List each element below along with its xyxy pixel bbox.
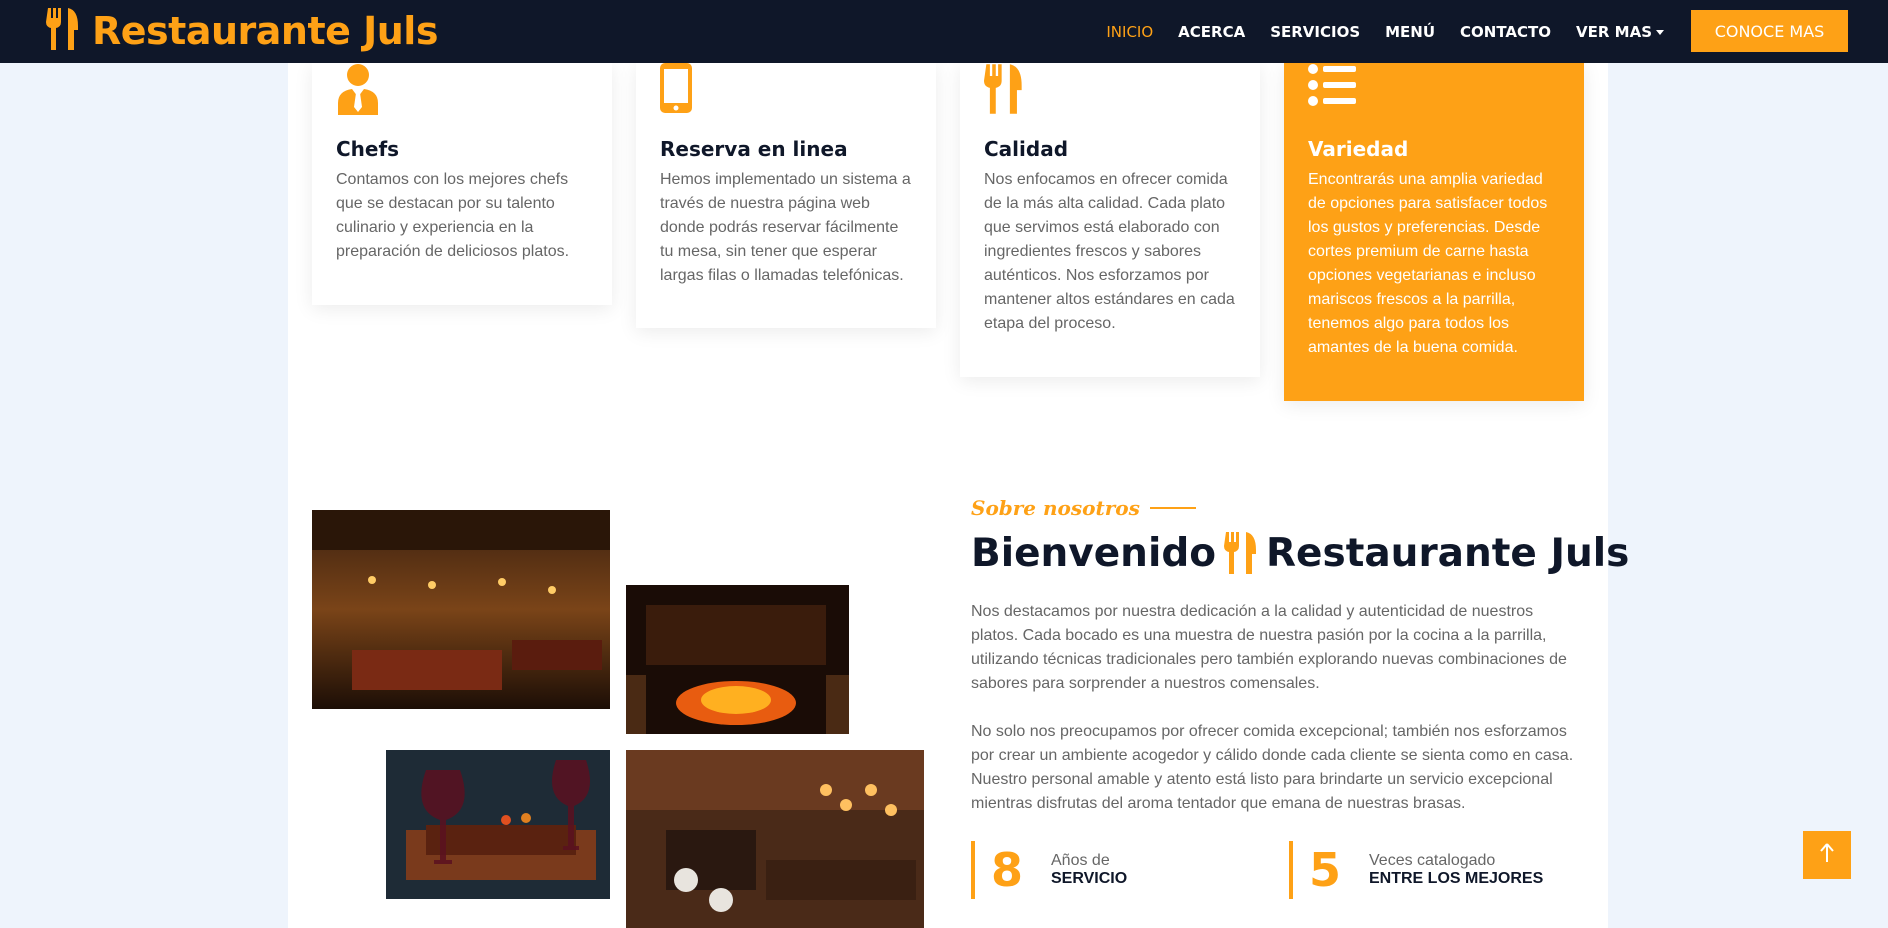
- utensils-icon: [984, 63, 1024, 120]
- service-text: Encontrarás una amplia variedad de opcio…: [1308, 171, 1548, 356]
- service-text: Nos enfocamos en ofrecer comida de la má…: [984, 171, 1235, 332]
- service-card-chefs: Chefs Contamos con los mejores chefs que…: [312, 63, 612, 305]
- service-text: Contamos con los mejores chefs que se de…: [336, 171, 570, 260]
- about-eyebrow: Sobre nosotros: [971, 496, 1196, 520]
- nav-item-contacto[interactable]: CONTACTO: [1460, 23, 1551, 41]
- service-title: Chefs: [336, 137, 400, 161]
- nav-item-ver-mas-dropdown[interactable]: VER MAS: [1576, 23, 1664, 41]
- chef-icon: [336, 63, 380, 120]
- arrow-up-icon: [1819, 842, 1835, 868]
- stat-anos-servicio: 8 Años de SERVICIO: [971, 841, 1127, 899]
- stat-label: Veces catalogado: [1369, 852, 1496, 869]
- restaurant-dining-room-photo: [312, 510, 610, 709]
- nav-item-ver-mas-label: VER MAS: [1576, 22, 1652, 41]
- service-card-variedad: Variedad Encontrarás una amplia variedad…: [1284, 63, 1584, 401]
- about-paragraph-2: No solo nos preocupamos por ofrecer comi…: [971, 723, 1574, 812]
- stat-number: 8: [991, 843, 1024, 897]
- back-to-top-button[interactable]: [1803, 831, 1851, 879]
- stat-label: Años de: [1051, 852, 1110, 869]
- service-card-reserva: Reserva en linea Hemos implementado un s…: [636, 63, 936, 328]
- service-card-calidad: Calidad Nos enfocamos en ofrecer comida …: [960, 63, 1260, 377]
- about-paragraph-1: Nos destacamos por nuestra dedicación a …: [971, 603, 1567, 692]
- caret-down-icon: [1656, 29, 1664, 35]
- wine-and-steak-photo: [386, 750, 610, 899]
- navbar: Restaurante Juls INICIO ACERCA SERVICIOS…: [0, 0, 1888, 63]
- utensils-icon: [46, 7, 80, 55]
- stat-catalogado: 5 Veces catalogado ENTRE LOS MEJORES: [1289, 841, 1543, 899]
- service-title: Variedad: [1308, 137, 1409, 161]
- nav-item-servicios[interactable]: SERVICIOS: [1270, 23, 1360, 41]
- list-icon: [1308, 63, 1358, 112]
- nav-item-menu[interactable]: MENÚ: [1385, 23, 1435, 41]
- about-title-part1: Bienvenido: [971, 530, 1217, 576]
- nav-menu: INICIO ACERCA SERVICIOS MENÚ CONTACTO VE…: [1081, 0, 1664, 63]
- service-title: Calidad: [984, 137, 1069, 161]
- stat-number: 5: [1309, 843, 1342, 897]
- service-title: Reserva en linea: [660, 137, 848, 161]
- nav-item-inicio[interactable]: INICIO: [1106, 23, 1153, 41]
- stat-label-strong: SERVICIO: [1051, 870, 1128, 887]
- restaurant-kitchen-photo: [626, 750, 924, 928]
- brand-logo[interactable]: Restaurante Juls: [46, 6, 438, 56]
- about-eyebrow-text: Sobre nosotros: [971, 496, 1140, 520]
- brand-name: Restaurante Juls: [92, 9, 438, 53]
- stat-label-strong: ENTRE LOS MEJORES: [1369, 870, 1544, 887]
- utensils-icon: [1224, 532, 1258, 574]
- about-title: Bienvenido Restaurante Juls: [971, 528, 1629, 578]
- nav-item-acerca[interactable]: ACERCA: [1178, 23, 1245, 41]
- grill-fire-photo: [626, 585, 849, 734]
- eyebrow-line: [1149, 507, 1196, 509]
- about-title-part2: Restaurante Juls: [1266, 530, 1630, 576]
- service-text: Hemos implementado un sistema a través d…: [660, 171, 911, 284]
- mobile-phone-icon: [660, 63, 692, 120]
- conoce-mas-button[interactable]: CONOCE MAS: [1691, 10, 1848, 52]
